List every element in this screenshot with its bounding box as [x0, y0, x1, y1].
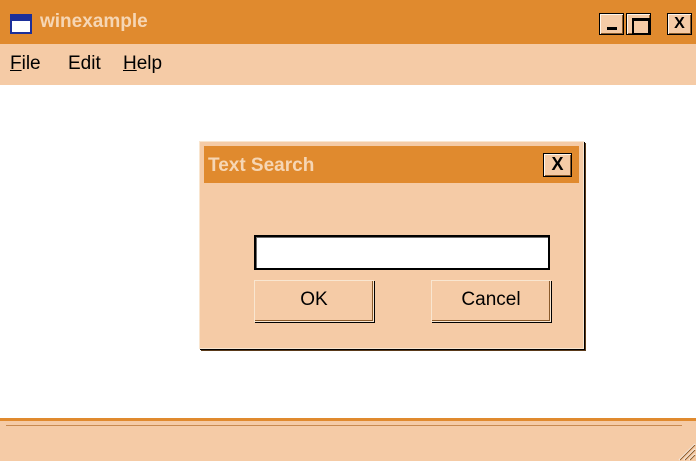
menu-help-mnemonic: H — [123, 53, 137, 74]
search-input[interactable] — [254, 235, 550, 270]
menu-file-label: ile — [21, 53, 41, 74]
menu-edit-label: Edit — [68, 53, 101, 74]
maximize-button[interactable] — [626, 13, 651, 35]
app-icon[interactable] — [10, 14, 32, 34]
menu-edit[interactable]: Edit — [68, 53, 101, 75]
close-icon: X — [674, 15, 685, 32]
size-grip-icon[interactable] — [674, 439, 696, 461]
minimize-button[interactable] — [599, 13, 624, 35]
menu-file[interactable]: File — [10, 53, 41, 75]
close-icon: X — [551, 154, 564, 174]
cancel-button[interactable]: Cancel — [431, 280, 551, 322]
menu-help-label: elp — [136, 53, 163, 74]
close-button[interactable]: X — [667, 13, 692, 35]
menu-file-mnemonic: F — [10, 53, 22, 74]
text-search-dialog: Text Search X OK Cancel — [199, 141, 584, 349]
dialog-title: Text Search — [208, 155, 315, 176]
window-title: winexample — [40, 11, 148, 32]
menu-bar: File Edit Help — [0, 44, 696, 85]
cancel-button-label: Cancel — [461, 289, 521, 310]
ok-button-label: OK — [300, 289, 328, 310]
status-bar — [0, 418, 696, 461]
window-title-bar[interactable]: winexample X — [0, 0, 696, 44]
menu-help[interactable]: Help — [123, 53, 162, 75]
dialog-title-bar[interactable]: Text Search X — [204, 146, 579, 183]
ok-button[interactable]: OK — [254, 280, 374, 322]
status-field — [6, 425, 682, 457]
dialog-close-button[interactable]: X — [543, 153, 572, 177]
